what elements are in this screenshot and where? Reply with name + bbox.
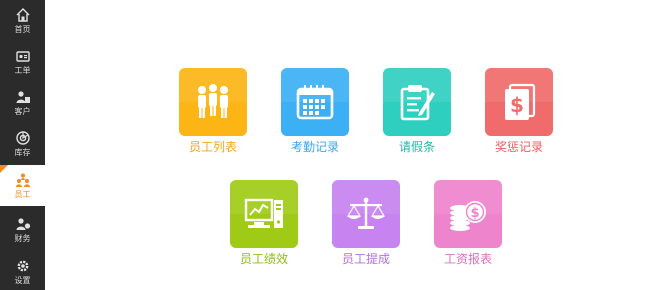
tile-leave-note[interactable] <box>383 68 451 136</box>
svg-text:$: $ <box>510 93 524 117</box>
sidebar-item-label: 财务 <box>14 234 31 243</box>
tile-employee-list[interactable] <box>179 68 247 136</box>
sidebar-item-label: 工单 <box>14 66 31 75</box>
tile-performance[interactable] <box>230 180 298 248</box>
note-icon <box>400 85 435 121</box>
calendar-icon <box>296 85 334 120</box>
sidebar-item-inventory[interactable]: 库存 <box>0 123 45 164</box>
tile-label-commission[interactable]: 员工提成 <box>316 252 416 266</box>
dollar-book-icon: $ <box>505 83 536 120</box>
tile-label-rewards[interactable]: 奖惩记录 <box>469 140 569 154</box>
coins-icon: $ <box>450 201 486 231</box>
sidebar-item-ticket[interactable]: 工单 <box>0 41 45 82</box>
sidebar-item-customer[interactable]: 客户 <box>0 82 45 123</box>
inventory-icon <box>15 131 30 145</box>
svg-text:$: $ <box>470 206 479 221</box>
sidebar-item-label: 首页 <box>14 25 31 34</box>
home-icon <box>16 8 29 22</box>
sidebar-item-label: 库存 <box>14 148 31 157</box>
tile-rewards[interactable]: $ <box>485 68 553 136</box>
tile-label-payroll[interactable]: 工资报表 <box>418 252 518 266</box>
sidebar-item-settings[interactable]: 设置 <box>0 251 45 290</box>
tile-commission[interactable] <box>332 180 400 248</box>
finance-icon <box>16 218 30 230</box>
customer-icon <box>16 91 30 103</box>
sidebar-item-home[interactable]: 首页 <box>0 0 45 41</box>
staff-icon <box>15 173 30 187</box>
gear-icon <box>17 260 28 272</box>
sidebar-item-label: 设置 <box>14 276 31 285</box>
tile-payroll[interactable]: $ <box>434 180 502 248</box>
tile-label-attendance[interactable]: 考勤记录 <box>265 140 365 154</box>
tile-attendance[interactable] <box>281 68 349 136</box>
tile-label-performance[interactable]: 员工绩效 <box>214 252 314 266</box>
sidebar-item-finance[interactable]: 财务 <box>0 209 45 250</box>
ticket-icon <box>15 51 30 62</box>
sidebar: 首页 工单 客户 库存 员工 财务 设置 <box>0 0 45 290</box>
sidebar-item-label: 客户 <box>14 107 31 116</box>
chart-monitor-icon <box>244 198 283 228</box>
tile-label-employee-list[interactable]: 员工列表 <box>163 140 263 154</box>
sidebar-item-staff[interactable]: 员工 <box>0 165 45 206</box>
people-icon <box>198 84 228 118</box>
scale-icon <box>346 197 386 229</box>
sidebar-item-label: 员工 <box>14 190 31 199</box>
tile-label-leave-note[interactable]: 请假条 <box>367 140 467 154</box>
